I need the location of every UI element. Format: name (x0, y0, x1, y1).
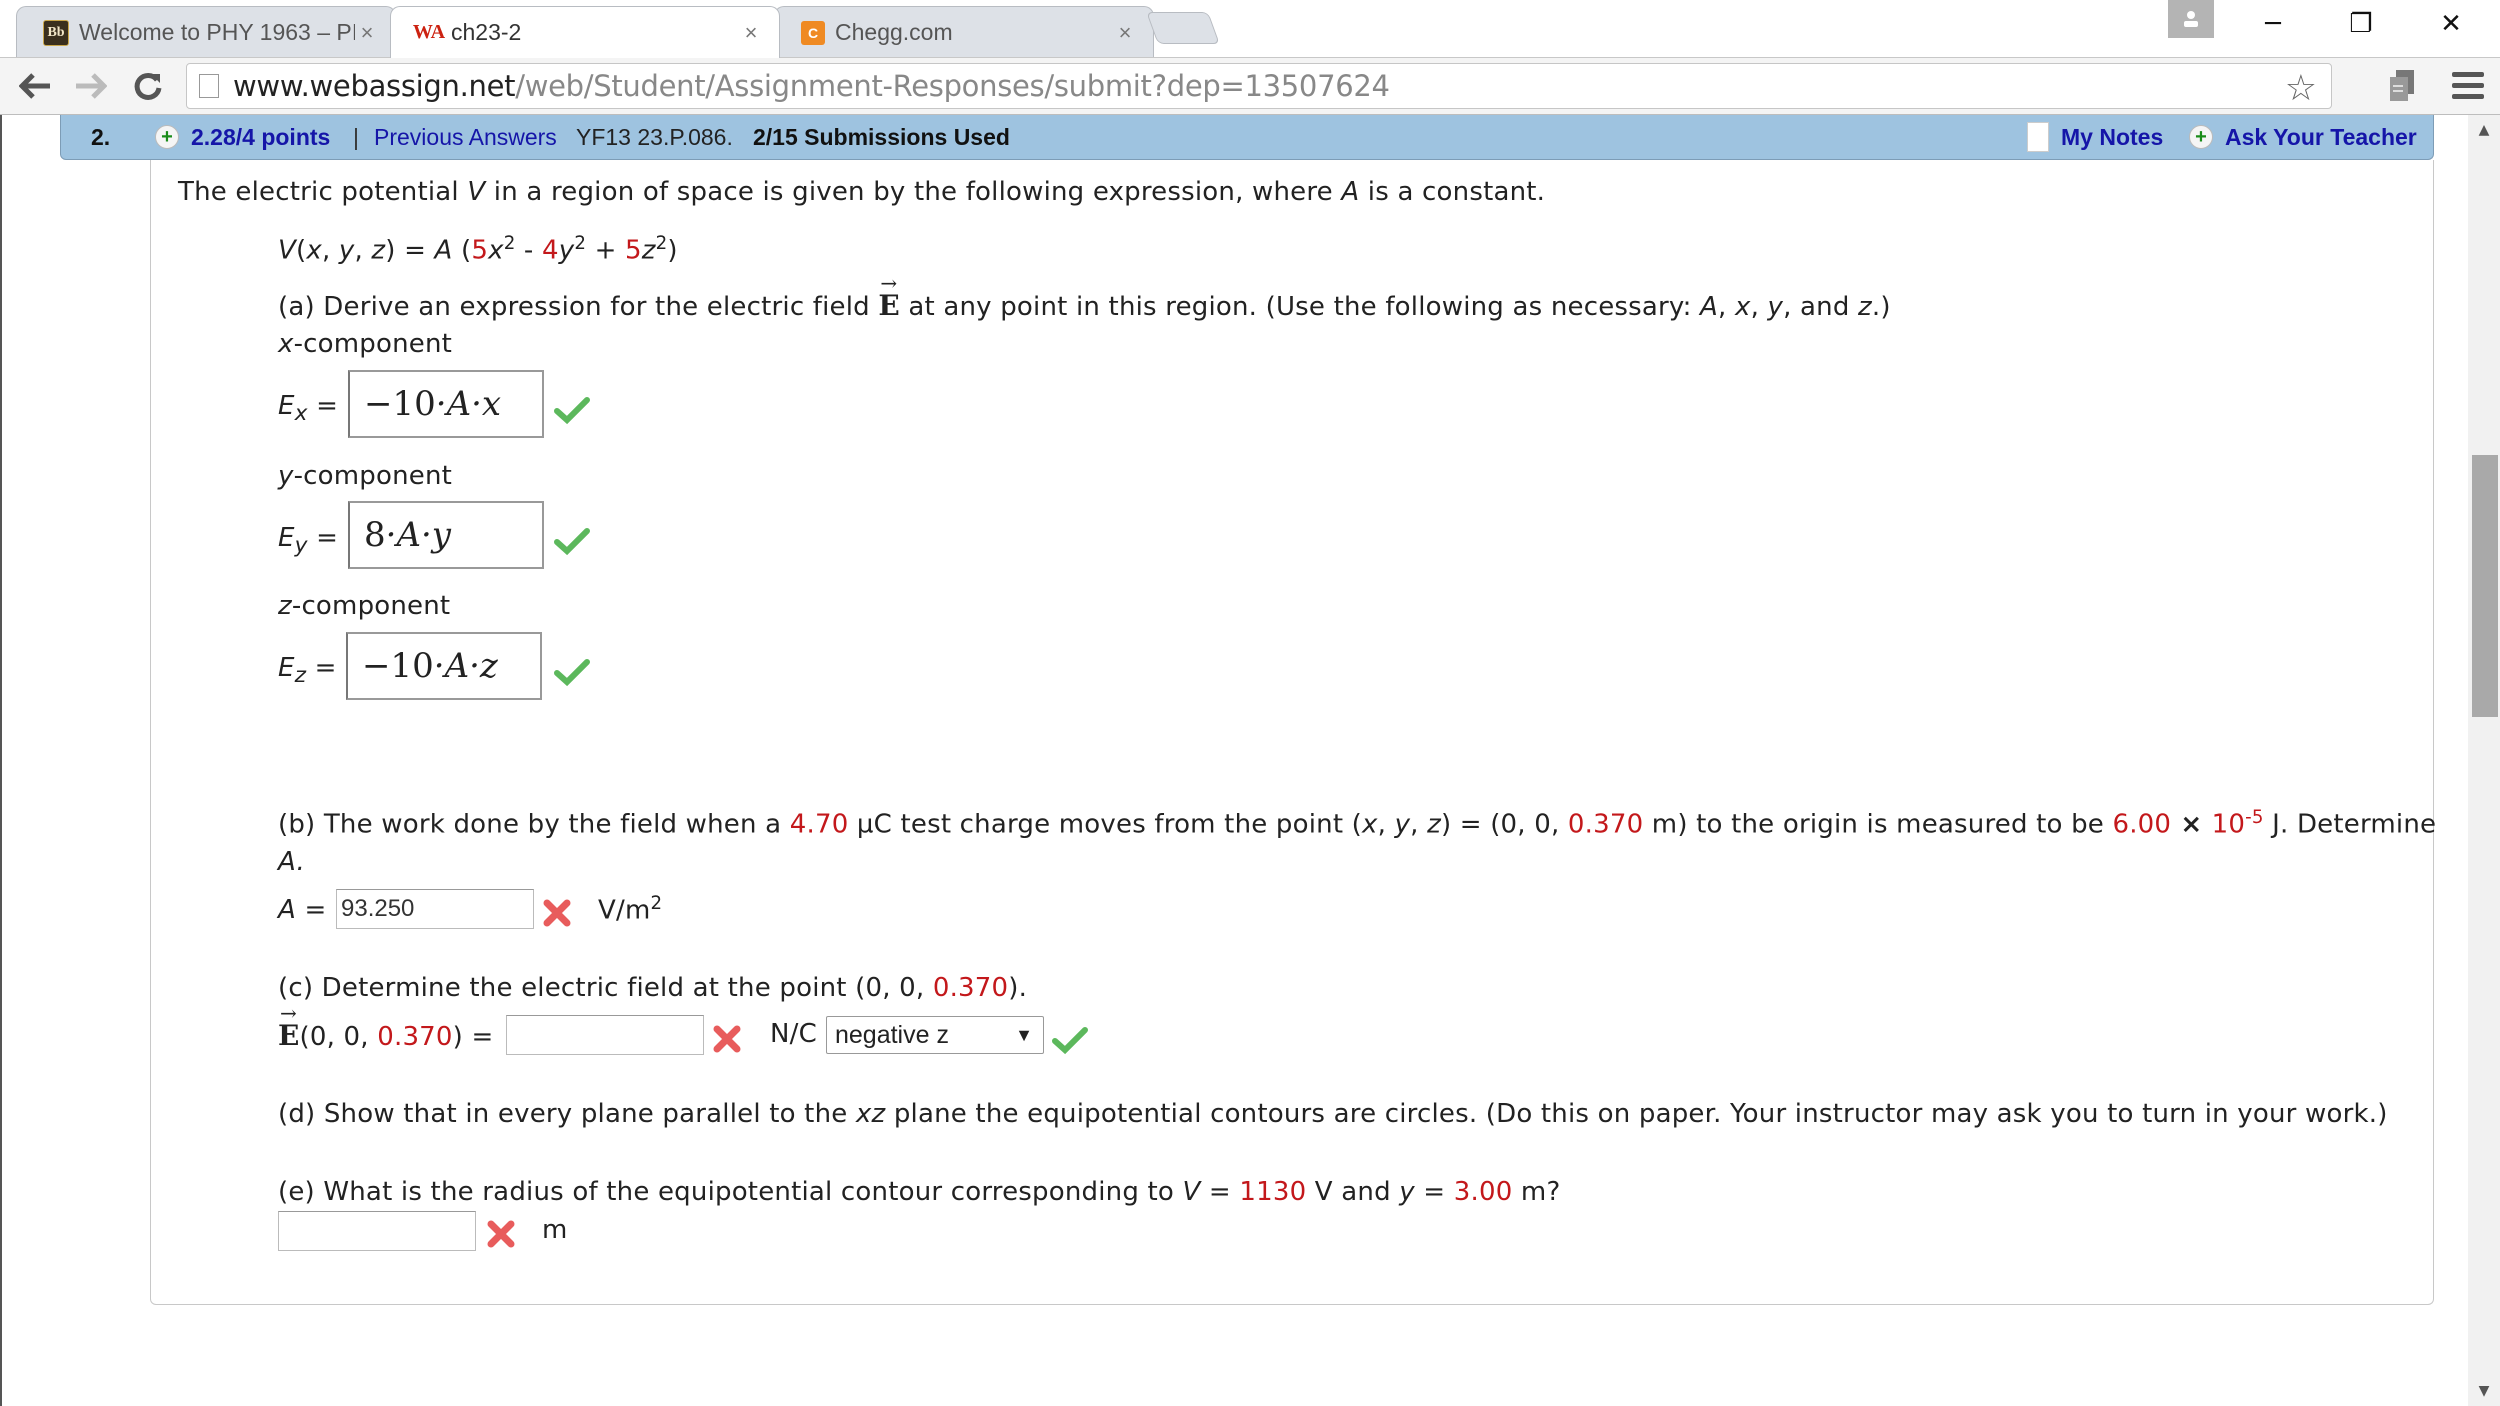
ask-your-teacher-link[interactable]: + Ask Your Teacher (2189, 124, 2417, 151)
incorrect-x-icon (543, 899, 571, 927)
page-content: 2. + 2.28/4 points | Previous Answers YF… (0, 115, 2468, 1406)
restore-button[interactable]: ❐ (2336, 4, 2386, 44)
radius-answer-input[interactable] (278, 1211, 476, 1251)
y-component-label: y-component (278, 461, 453, 491)
new-tab-button[interactable] (1146, 12, 1220, 44)
tab-close-icon[interactable]: × (355, 20, 379, 46)
e-field-unit: N/C (770, 1019, 817, 1049)
browser-tab-bar: Bb Welcome to PHY 1963 – PI × WA ch23-2 … (0, 0, 2500, 58)
ez-answer-box[interactable]: −10 ·A·z (346, 632, 542, 700)
scroll-up-arrow-icon[interactable]: ▲ (2468, 115, 2500, 145)
plus-icon: + (2189, 125, 2213, 149)
tab-close-icon[interactable]: × (1113, 20, 1137, 46)
correct-check-icon (554, 659, 590, 687)
note-page-icon (2027, 122, 2049, 152)
ex-label: Ex = (278, 391, 339, 427)
my-notes-label: My Notes (2061, 123, 2164, 150)
browser-toolbar: www.webassign.net/web/Student/Assignment… (0, 57, 2500, 115)
tab-chegg[interactable]: C Chegg.com × (774, 6, 1154, 58)
browser-menu-icon[interactable] (2452, 72, 2484, 105)
reload-button[interactable] (128, 66, 168, 106)
plus-icon: + (155, 125, 179, 149)
x-component-label: x-component (278, 329, 453, 359)
bookmark-star-icon[interactable]: ☆ (2285, 68, 2317, 109)
problem-intro: The electric potential V in a region of … (178, 177, 1546, 207)
webassign-favicon-icon: WA (412, 21, 446, 43)
incorrect-x-icon (487, 1220, 515, 1248)
address-bar[interactable]: www.webassign.net/web/Student/Assignment… (186, 63, 2332, 109)
previous-answers-link[interactable]: Previous Answers (374, 124, 557, 151)
dropdown-arrow-icon: ▼ (1015, 1024, 1033, 1045)
tab-title: Welcome to PHY 1963 – PI (79, 19, 355, 45)
forward-arrow-icon (76, 73, 107, 99)
page-icon (199, 74, 219, 98)
tab-blackboard[interactable]: Bb Welcome to PHY 1963 – PI × (16, 6, 396, 58)
correct-check-icon (554, 397, 590, 425)
a-label: A = (278, 895, 327, 925)
vertical-scrollbar[interactable]: ▲ ▼ (2468, 115, 2500, 1406)
scrollbar-thumb[interactable] (2472, 455, 2498, 717)
tab-webassign[interactable]: WA ch23-2 × (390, 6, 780, 58)
back-button[interactable] (16, 66, 56, 106)
blackboard-favicon-icon: Bb (43, 19, 69, 46)
reload-icon (134, 72, 162, 100)
ex-answer-box[interactable]: −10 ·A·x (348, 370, 544, 438)
url-text[interactable]: www.webassign.net/web/Student/Assignment… (233, 69, 1390, 103)
extension-docs-icon[interactable] (2384, 68, 2420, 104)
part-a-prompt: (a) Derive an expression for the electri… (278, 271, 1891, 322)
part-b-prompt: (b) The work done by the field when a 4.… (278, 807, 2437, 840)
question-header: 2. + 2.28/4 points | Previous Answers YF… (60, 115, 2434, 160)
correct-check-icon (554, 528, 590, 556)
window-edge (0, 115, 2, 1406)
a-answer-input[interactable]: 93.250 (336, 889, 534, 929)
correct-check-icon (1052, 1027, 1088, 1055)
question-number: 2. (91, 123, 111, 150)
chegg-favicon-icon: C (801, 20, 825, 45)
user-profile-icon[interactable] (2168, 0, 2214, 38)
incorrect-x-icon (713, 1025, 741, 1053)
question-body (150, 160, 2434, 1305)
back-arrow-icon (19, 73, 50, 99)
a-unit: V/m2 (598, 893, 663, 926)
minimize-button[interactable]: ─ (2248, 4, 2298, 44)
submissions-used: 2/15 Submissions Used (753, 123, 1010, 150)
potential-equation: V(x, y, z) = A (5x2 - 4y2 + 5z2) (278, 233, 678, 266)
direction-select[interactable]: negative z ▼ (826, 1016, 1044, 1054)
close-window-button[interactable]: ✕ (2426, 4, 2476, 44)
tab-title: ch23-2 (451, 19, 522, 45)
tab-close-icon[interactable]: × (739, 20, 763, 46)
part-c-prompt: (c) Determine the electric field at the … (278, 973, 1028, 1003)
radius-unit: m (542, 1215, 568, 1245)
my-notes-link[interactable]: My Notes (2027, 122, 2163, 152)
ey-answer-box[interactable]: 8 ·A·y (348, 501, 544, 569)
ey-label: Ey = (278, 523, 339, 559)
part-e-prompt: (e) What is the radius of the equipotent… (278, 1177, 1561, 1207)
part-b-prompt-cont: A. (278, 847, 305, 877)
ask-teacher-label: Ask Your Teacher (2225, 123, 2417, 150)
part-d-prompt: (d) Show that in every plane parallel to… (278, 1099, 2388, 1129)
points-text: 2.28/4 points (191, 123, 331, 150)
forward-button[interactable] (70, 66, 110, 106)
e-field-label: E(0, 0, 0.370) = (278, 1001, 493, 1052)
points-link[interactable]: + 2.28/4 points (155, 124, 330, 151)
e-field-answer-input[interactable] (506, 1015, 704, 1055)
tab-title: Chegg.com (835, 19, 953, 45)
separator: | (353, 123, 359, 150)
question-code: YF13 23.P.086. (576, 123, 733, 150)
scroll-down-arrow-icon[interactable]: ▼ (2468, 1376, 2500, 1406)
direction-selected-value: negative z (835, 1020, 949, 1049)
ez-label: Ez = (278, 653, 337, 689)
z-component-label: z-component (278, 591, 451, 621)
